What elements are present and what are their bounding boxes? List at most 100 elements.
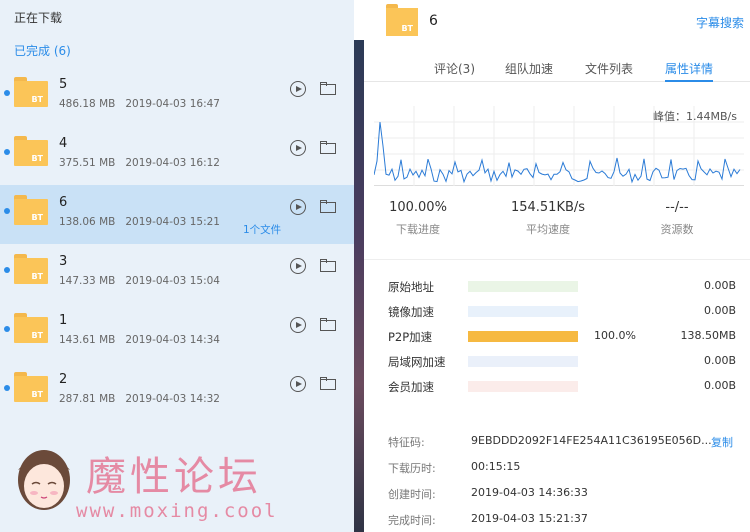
detail-row: 下载历时: 00:15:15 — [364, 460, 750, 478]
source-row: 会员加速 0.00B — [364, 377, 750, 397]
task-title: 6 — [429, 13, 438, 29]
bt-badge: BT — [31, 154, 43, 163]
item-size: 138.06 MB — [59, 216, 116, 228]
source-percent: 100.0% — [594, 329, 636, 342]
completed-section-title[interactable]: 已完成 (6) — [14, 42, 71, 59]
task-detail-panel: BT 6 字幕搜索 评论(3) 组队加速 文件列表 属性详情 峰值：1.44MB… — [364, 0, 750, 532]
status-dot — [4, 385, 10, 391]
bt-folder-icon: BT — [14, 372, 48, 402]
detail-key: 特征码: — [388, 436, 425, 449]
bt-folder-icon: BT — [14, 136, 48, 166]
item-date: 2019-04-03 16:47 — [125, 98, 220, 110]
bt-badge: BT — [31, 390, 43, 399]
detail-value: 9EBDDD2092F14FE254A11C36195E056D... — [471, 434, 712, 447]
detail-value: 2019-04-03 14:36:33 — [471, 486, 588, 499]
source-label: 原始地址 — [388, 280, 434, 294]
tab-properties[interactable]: 属性详情 — [665, 60, 714, 82]
item-size: 486.18 MB — [59, 98, 116, 110]
item-file-count[interactable]: 1个文件 — [243, 222, 281, 237]
download-item[interactable]: BT 4 375.51 MB 2019-04-03 16:12 — [0, 126, 354, 185]
status-dot — [4, 267, 10, 273]
play-icon[interactable] — [290, 258, 306, 274]
item-size: 143.61 MB — [59, 334, 116, 346]
open-folder-icon[interactable] — [320, 377, 336, 390]
stats-row: 100.00% 下载进度 154.51KB/s 平均速度 --/-- 资源数 — [364, 200, 750, 260]
play-icon[interactable] — [290, 199, 306, 215]
downloading-section-title[interactable]: 正在下载 — [14, 9, 62, 26]
detail-row: 创建时间: 2019-04-03 14:36:33 — [364, 486, 750, 504]
download-item[interactable]: BT 1 143.61 MB 2019-04-03 14:34 — [0, 303, 354, 362]
bt-badge: BT — [31, 95, 43, 104]
item-date: 2019-04-03 15:04 — [125, 275, 220, 287]
open-folder-icon[interactable] — [320, 82, 336, 95]
detail-key: 完成时间: — [388, 514, 436, 527]
detail-tabs: 评论(3) 组队加速 文件列表 属性详情 — [364, 60, 750, 82]
open-folder-icon[interactable] — [320, 141, 336, 154]
source-bar — [468, 381, 578, 392]
copy-link[interactable]: 复制 — [711, 434, 733, 450]
detail-key: 创建时间: — [388, 488, 436, 501]
item-name: 3 — [59, 254, 68, 269]
source-row: P2P加速 100.0% 138.50MB — [364, 327, 750, 347]
bt-folder-icon: BT — [14, 254, 48, 284]
item-date: 2019-04-03 14:34 — [125, 334, 220, 346]
play-icon[interactable] — [290, 376, 306, 392]
source-bar — [468, 331, 578, 342]
speed-series-line — [373, 121, 741, 184]
source-label: 会员加速 — [388, 380, 434, 394]
background-strip — [354, 40, 364, 532]
download-item[interactable]: BT 5 486.18 MB 2019-04-03 16:47 — [0, 67, 354, 126]
bt-folder-icon: BT — [14, 77, 48, 107]
detail-row: 完成时间: 2019-04-03 15:21:37 — [364, 512, 750, 530]
download-item[interactable]: BT 2 287.81 MB 2019-04-03 14:32 — [0, 362, 354, 421]
play-icon[interactable] — [290, 81, 306, 97]
stat-avg-speed: 154.51KB/s 平均速度 — [510, 200, 586, 236]
source-row: 原始地址 0.00B — [364, 277, 750, 297]
source-bar — [468, 306, 578, 317]
item-name: 6 — [59, 195, 68, 210]
bt-badge: BT — [401, 24, 413, 33]
item-name: 1 — [59, 313, 68, 328]
source-label: 局域网加速 — [388, 355, 446, 369]
detail-value: 2019-04-03 15:21:37 — [471, 512, 588, 525]
bt-folder-icon: BT — [14, 195, 48, 225]
detail-key: 下载历时: — [388, 462, 436, 475]
status-dot — [4, 326, 10, 332]
download-item[interactable]: BT 6 138.06 MB 2019-04-03 15:21 1个文件 — [0, 185, 354, 244]
status-dot — [4, 149, 10, 155]
open-folder-icon[interactable] — [320, 200, 336, 213]
item-date: 2019-04-03 14:32 — [125, 393, 220, 405]
detail-row: 特征码: 9EBDDD2092F14FE254A11C36195E056D...… — [364, 434, 750, 452]
item-name: 2 — [59, 372, 68, 387]
item-date: 2019-04-03 16:12 — [125, 157, 220, 169]
stat-sources: --/-- 资源数 — [660, 200, 694, 236]
bt-folder-icon: BT — [386, 4, 418, 36]
tab-file-list[interactable]: 文件列表 — [585, 60, 633, 77]
source-row: 局域网加速 0.00B — [364, 352, 750, 372]
download-item[interactable]: BT 3 147.33 MB 2019-04-03 15:04 — [0, 244, 354, 303]
status-dot — [4, 208, 10, 214]
source-bar — [468, 356, 578, 367]
mascot-icon — [18, 450, 70, 510]
detail-value: 00:15:15 — [471, 460, 521, 473]
subtitle-search-link[interactable]: 字幕搜索 — [696, 14, 744, 31]
item-name: 5 — [59, 77, 68, 92]
tab-comments[interactable]: 评论(3) — [434, 60, 475, 77]
speed-graph: 峰值：1.44MB/s — [373, 106, 744, 186]
bt-badge: BT — [31, 331, 43, 340]
item-size: 375.51 MB — [59, 157, 116, 169]
tab-team-accel[interactable]: 组队加速 — [505, 60, 553, 77]
play-icon[interactable] — [290, 140, 306, 156]
source-label: 镜像加速 — [388, 305, 434, 319]
bt-badge: BT — [31, 272, 43, 281]
open-folder-icon[interactable] — [320, 259, 336, 272]
source-size: 138.50MB — [680, 329, 736, 342]
source-size: 0.00B — [703, 304, 736, 317]
source-size: 0.00B — [703, 279, 736, 292]
open-folder-icon[interactable] — [320, 318, 336, 331]
source-bar — [468, 281, 578, 292]
watermark-url: www.moxing.cool — [76, 500, 278, 522]
watermark-title: 魔性论坛 — [86, 454, 262, 500]
item-date: 2019-04-03 15:21 — [125, 216, 220, 228]
play-icon[interactable] — [290, 317, 306, 333]
